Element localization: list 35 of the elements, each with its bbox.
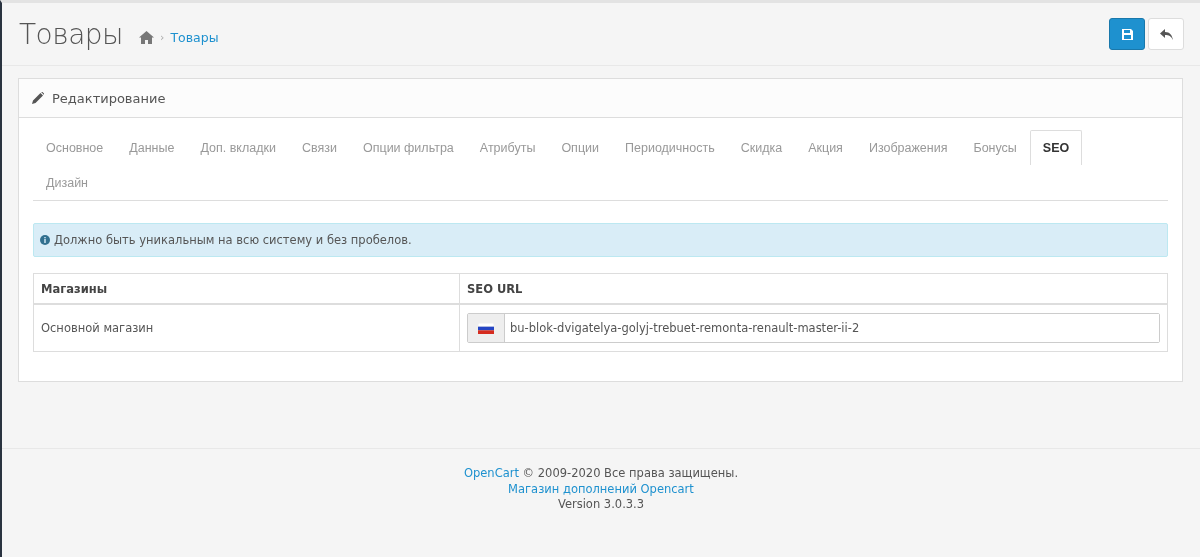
info-icon — [40, 235, 50, 245]
tab[interactable]: Дизайн — [33, 165, 102, 200]
tab[interactable]: Основное — [33, 130, 117, 165]
tab[interactable]: Связи — [288, 130, 350, 165]
tab[interactable]: Атрибуты — [466, 130, 549, 165]
pencil-icon — [32, 92, 44, 104]
breadcrumb-separator: › — [160, 30, 165, 44]
breadcrumb-link[interactable]: Товары — [170, 29, 219, 45]
tab[interactable]: Данные — [116, 130, 188, 165]
column-header: Магазины — [33, 273, 460, 304]
copyright-text: OpenCart © 2009-2020 Все права защищены. — [462, 466, 740, 482]
back-button[interactable] — [1148, 18, 1184, 50]
tab[interactable]: Периодичность — [612, 130, 728, 165]
column-header: SEO URL — [459, 273, 1168, 304]
tab[interactable]: Опции — [548, 130, 612, 165]
addons-store-link[interactable]: Магазин дополнений Opencart — [508, 481, 694, 496]
tab[interactable]: Скидка — [727, 130, 796, 165]
tab[interactable]: Изображения — [855, 130, 961, 165]
tab[interactable]: Опции фильтра — [350, 130, 467, 165]
version-text: Version 3.0.3.3 — [556, 497, 646, 513]
panel-title: Редактирование — [52, 90, 166, 106]
opencart-link[interactable]: OpenCart — [463, 466, 519, 480]
flag-icon — [478, 322, 494, 334]
save-icon — [1121, 28, 1133, 40]
tab[interactable]: Бонусы — [960, 130, 1030, 165]
home-icon[interactable] — [139, 30, 154, 44]
tab[interactable]: Акция — [795, 130, 856, 165]
tab[interactable]: SEO — [1029, 130, 1083, 165]
tab[interactable]: Доп. вкладки — [187, 130, 289, 165]
reply-icon — [1159, 28, 1173, 40]
table-cell: Основной магазин — [33, 304, 460, 352]
alert-text: Должно быть уникальным на всю систему и без пробелов. — [54, 233, 412, 247]
save-button[interactable] — [1109, 18, 1145, 50]
seo-url-field[interactable]: bu-blok-dvigatelya-golyj-trebuet-remonta-renault-master-ii-2 — [467, 313, 1160, 343]
page-title: Товары — [19, 17, 123, 51]
